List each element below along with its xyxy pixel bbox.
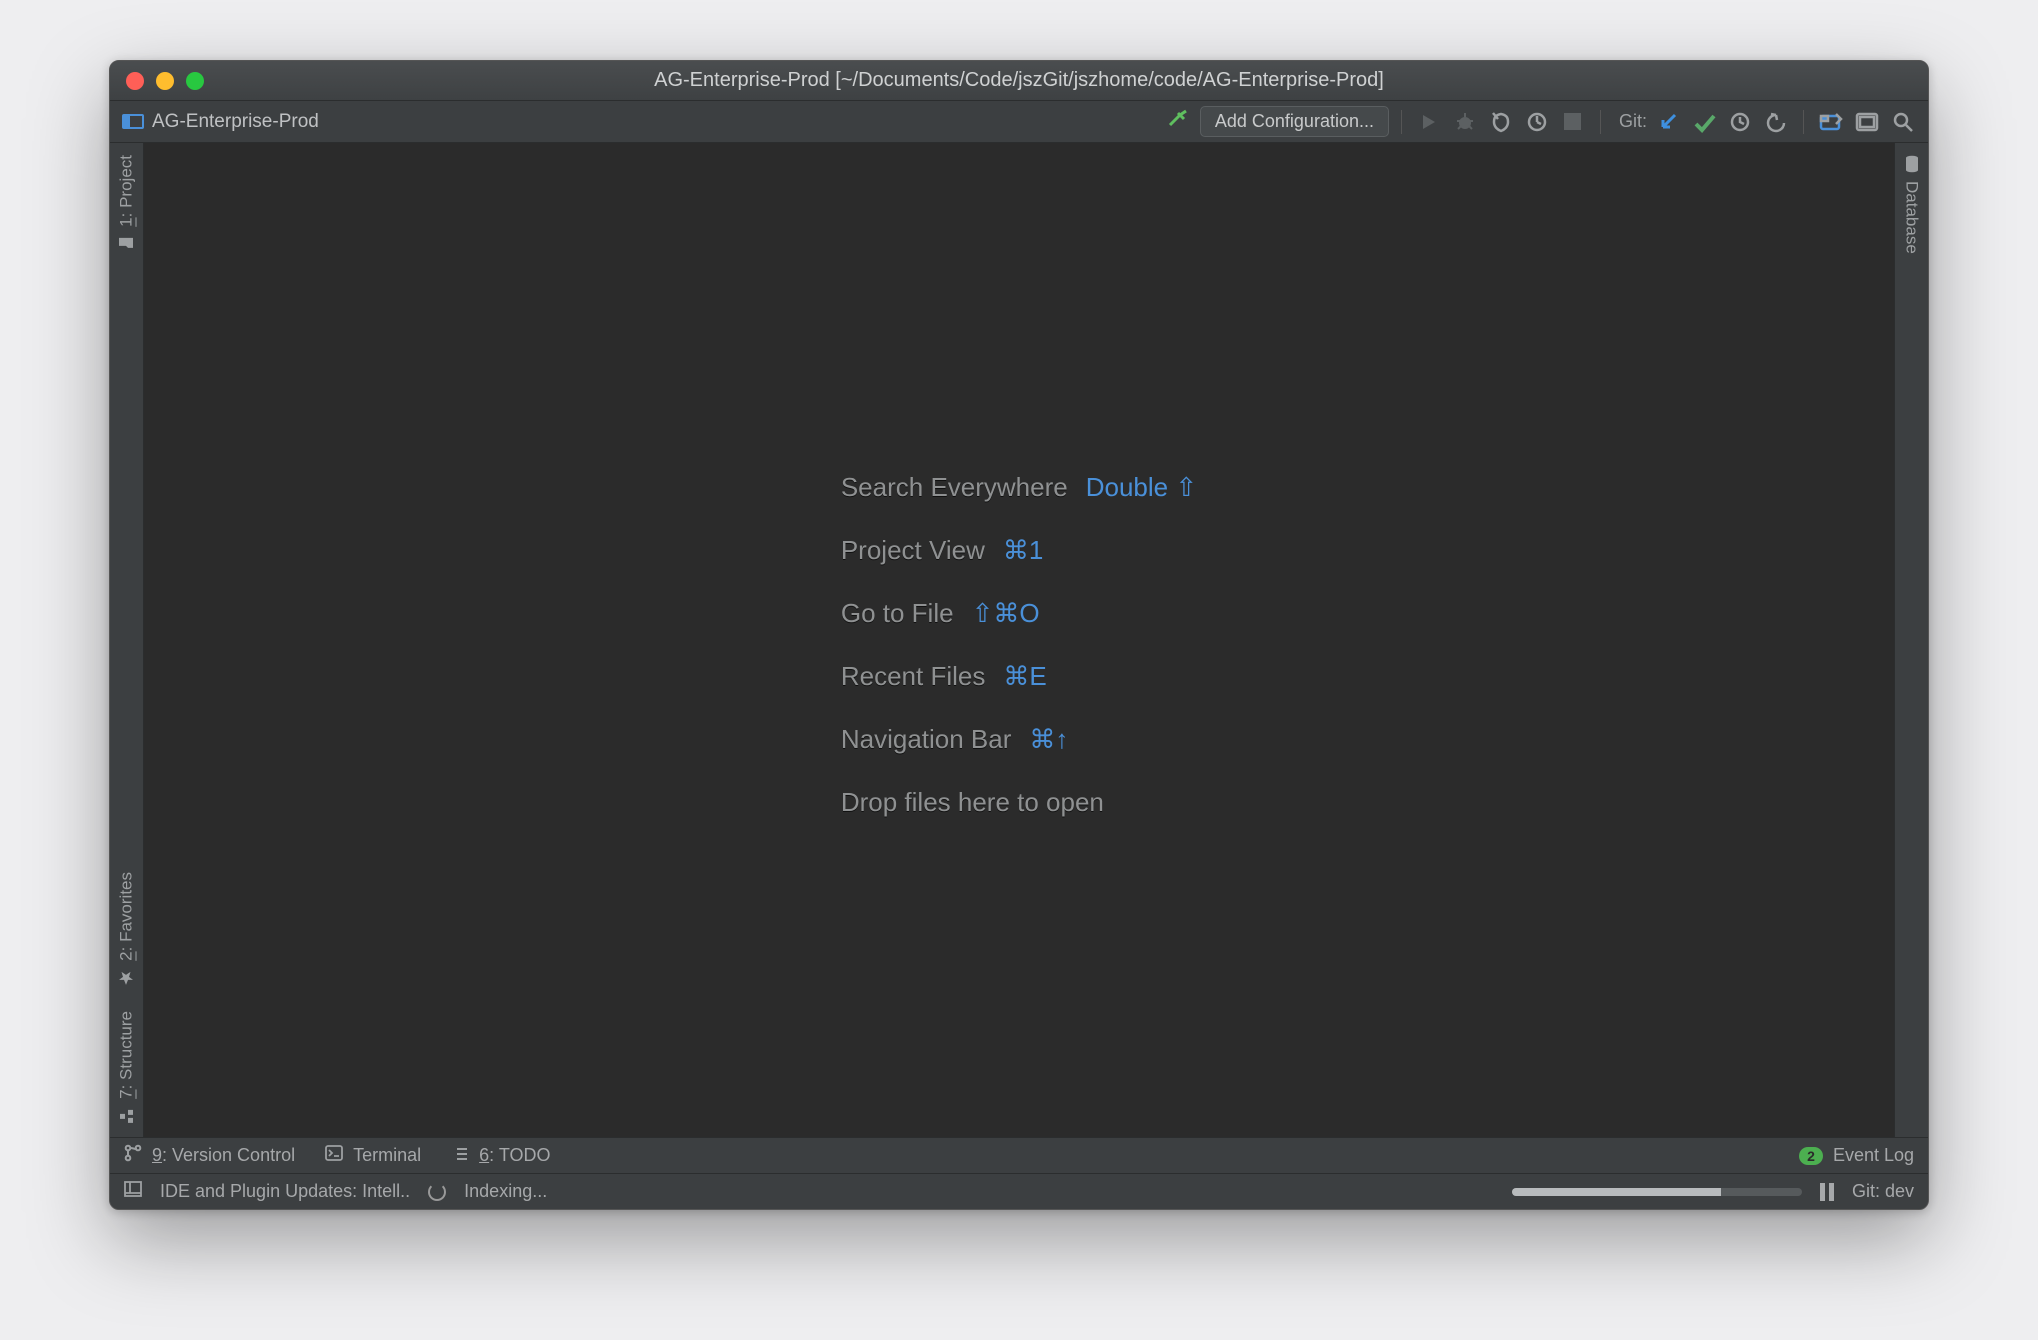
left-toolwindow-stripe: 1: Project 2: Favorites 7: Structure xyxy=(110,143,144,1137)
zoom-window-button[interactable] xyxy=(186,72,204,90)
git-label: Git: xyxy=(1619,111,1647,132)
star-icon xyxy=(118,969,136,987)
git-branch-indicator[interactable]: Git: dev xyxy=(1852,1181,1914,1202)
database-icon xyxy=(1903,155,1921,173)
main-toolbar: AG-Enterprise-Prod Add Configuration... … xyxy=(110,101,1928,143)
vcs-revert-button[interactable] xyxy=(1761,107,1791,137)
title-bar: AG-Enterprise-Prod [~/Documents/Code/jsz… xyxy=(110,61,1928,101)
breadcrumb-project[interactable]: AG-Enterprise-Prod xyxy=(116,111,325,133)
project-icon xyxy=(122,114,144,129)
run-with-coverage-button[interactable] xyxy=(1486,107,1516,137)
toolwindow-todo-tab[interactable]: 6: TODO xyxy=(451,1145,550,1166)
build-button[interactable] xyxy=(1164,107,1194,137)
folder-icon xyxy=(118,235,136,253)
stop-button[interactable] xyxy=(1558,107,1588,137)
minimize-window-button[interactable] xyxy=(156,72,174,90)
vcs-history-button[interactable] xyxy=(1725,107,1755,137)
terminal-icon xyxy=(325,1145,343,1166)
status-bar: IDE and Plugin Updates: Intell.. Indexin… xyxy=(110,1173,1928,1209)
welcome-shortcut-list: Search Everywhere Double ⇧ Project View … xyxy=(841,462,1197,818)
event-log-badge: 2 xyxy=(1799,1147,1823,1165)
shortcut-go-to-file: Go to File ⇧⌘O xyxy=(841,598,1197,629)
toolwindow-database-tab[interactable]: Database xyxy=(1895,143,1928,266)
vcs-commit-button[interactable] xyxy=(1689,107,1719,137)
vcs-update-button[interactable] xyxy=(1653,107,1683,137)
toolwindow-quick-access-icon[interactable] xyxy=(124,1181,142,1202)
ide-settings-button[interactable] xyxy=(1852,107,1882,137)
indexing-spinner-icon xyxy=(428,1183,446,1201)
bottom-toolwindow-stripe: 9: Version Control Terminal 6: TODO 2 Ev… xyxy=(110,1137,1928,1173)
close-window-button[interactable] xyxy=(126,72,144,90)
debug-button[interactable] xyxy=(1450,107,1480,137)
run-configuration-dropdown[interactable]: Add Configuration... xyxy=(1200,106,1389,137)
shortcut-recent-files: Recent Files ⌘E xyxy=(841,661,1197,692)
traffic-lights xyxy=(126,72,204,90)
toolwindow-event-log-tab[interactable]: 2 Event Log xyxy=(1799,1145,1914,1166)
status-indexing-text[interactable]: Indexing... xyxy=(464,1181,547,1202)
right-toolwindow-stripe: Database xyxy=(1894,143,1928,1137)
toolwindow-structure-tab[interactable]: 7: Structure xyxy=(110,999,143,1137)
toolwindow-favorites-tab[interactable]: 2: Favorites xyxy=(110,860,143,999)
drop-files-hint: Drop files here to open xyxy=(841,787,1197,818)
window-title: AG-Enterprise-Prod [~/Documents/Code/jsz… xyxy=(110,69,1928,92)
project-structure-button[interactable] xyxy=(1816,107,1846,137)
shortcut-project-view: Project View ⌘1 xyxy=(841,535,1197,566)
indexing-progress-fill xyxy=(1512,1188,1721,1196)
toolwindow-terminal-tab[interactable]: Terminal xyxy=(325,1145,421,1166)
profile-button[interactable] xyxy=(1522,107,1552,137)
toolwindow-version-control-tab[interactable]: 9: Version Control xyxy=(124,1144,295,1167)
list-icon xyxy=(451,1145,469,1166)
editor-empty-area[interactable]: Search Everywhere Double ⇧ Project View … xyxy=(144,143,1894,1137)
structure-icon xyxy=(118,1107,136,1125)
shortcut-navigation-bar: Navigation Bar ⌘↑ xyxy=(841,724,1197,755)
ide-window: AG-Enterprise-Prod [~/Documents/Code/jsz… xyxy=(109,60,1929,1210)
indexing-progress-bar[interactable] xyxy=(1512,1188,1802,1196)
toolwindow-project-tab[interactable]: 1: Project xyxy=(110,143,143,265)
run-button[interactable] xyxy=(1414,107,1444,137)
shortcut-search-everywhere: Search Everywhere Double ⇧ xyxy=(841,472,1197,503)
status-updates-text[interactable]: IDE and Plugin Updates: Intell.. xyxy=(160,1181,410,1202)
indexing-pause-button[interactable] xyxy=(1820,1183,1834,1201)
search-everywhere-button[interactable] xyxy=(1888,107,1918,137)
breadcrumb-project-label: AG-Enterprise-Prod xyxy=(152,111,319,133)
branch-icon xyxy=(124,1144,142,1167)
